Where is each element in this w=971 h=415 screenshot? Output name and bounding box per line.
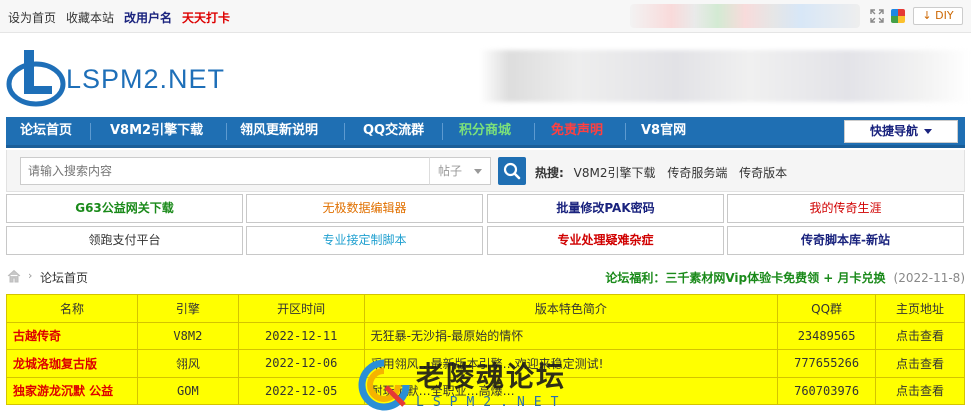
quick-link-g63-gateway[interactable]: G63公益网关下载 <box>6 194 243 223</box>
hot-search-label: 热搜: <box>535 166 564 180</box>
server-open-date: 2022-12-11 <box>237 321 365 350</box>
top-bar: 设为首页 收藏本站 改用户名 天天打卡 ↓ DIY <box>0 0 971 33</box>
search-button[interactable] <box>498 157 526 185</box>
main-nav: 论坛首页 V8M2引擎下载 翎风更新说明 QQ交流群 积分商城 免责声明 V8官… <box>6 117 965 148</box>
quick-link-pak-password[interactable]: 批量修改PAK密码 <box>487 194 724 223</box>
server-engine: GOM <box>136 376 239 405</box>
nav-separator <box>534 123 535 140</box>
watermark-title: 老陵魂论坛 <box>416 360 567 393</box>
quick-nav-label: 快捷导航 <box>869 124 918 138</box>
nav-item-points-mall[interactable]: 积分商城 <box>457 117 513 145</box>
hot-searches: 热搜: V8M2引擎下载 传奇服务端 传奇版本 <box>535 164 795 181</box>
server-qq-group: 760703976 <box>777 376 877 405</box>
nav-item-v8-official[interactable]: V8官网 <box>639 117 688 145</box>
diy-button[interactable]: ↓ DIY <box>913 7 963 25</box>
promo-notice: 论坛福利：三千素材网Vip体验卡免费领 + 月卡兑换 (2022-11-8) <box>605 269 965 286</box>
server-qq-group: 23489565 <box>777 321 877 350</box>
table-header-row: 名称 引擎 开区时间 版本特色简介 QQ群 主页地址 <box>6 294 965 323</box>
server-homepage-link[interactable]: 点击查看 <box>875 349 965 378</box>
promo-date: (2022-11-8) <box>893 271 965 285</box>
nav-separator <box>442 123 443 140</box>
hot-search-link[interactable]: V8M2引擎下载 <box>574 166 656 180</box>
nav-item-forum-home[interactable]: 论坛首页 <box>18 117 74 145</box>
watermark-logo-icon <box>358 359 410 411</box>
search-input[interactable] <box>20 157 436 185</box>
server-homepage-link[interactable]: 点击查看 <box>875 376 965 405</box>
logo-text: LSPM2.NET <box>66 64 226 94</box>
search-bar: 帖子 热搜: V8M2引擎下载 传奇服务端 传奇版本 <box>6 150 965 192</box>
rename-user-link[interactable]: 改用户名 <box>124 9 172 26</box>
quick-link-grid: G63公益网关下载 无极数据编辑器 批量修改PAK密码 我的传奇生涯 领跑支付平… <box>6 194 965 256</box>
search-icon <box>503 162 521 180</box>
server-name[interactable]: 龙城洛珈复古版 <box>6 349 138 378</box>
quick-link-payment[interactable]: 领跑支付平台 <box>6 226 243 255</box>
logo-emblem-icon <box>6 50 66 107</box>
server-engine: 翎风 <box>136 349 239 378</box>
chevron-down-icon <box>474 169 482 174</box>
server-open-date: 2022-12-05 <box>237 376 365 405</box>
header-banner-blurred <box>480 50 970 102</box>
hot-search-link[interactable]: 传奇服务端 <box>667 166 727 180</box>
nav-separator <box>90 123 91 140</box>
column-header: 主页地址 <box>875 294 965 323</box>
server-engine: V8M2 <box>136 321 239 350</box>
server-name[interactable]: 古越传奇 <box>6 321 138 350</box>
chevron-down-icon <box>924 129 932 134</box>
nav-separator <box>226 123 227 140</box>
column-header: 引擎 <box>136 294 239 323</box>
quick-link-troubleshoot[interactable]: 专业处理疑难杂症 <box>487 226 724 255</box>
column-header: 名称 <box>6 294 138 323</box>
chevron-right-icon: › <box>28 269 33 282</box>
nav-item-v8m2-download[interactable]: V8M2引擎下载 <box>108 117 205 145</box>
server-open-date: 2022-12-06 <box>237 349 365 378</box>
diy-label: DIY <box>935 9 954 22</box>
home-icon[interactable] <box>6 268 22 284</box>
server-homepage-link[interactable]: 点击查看 <box>875 321 965 350</box>
color-theme-icon[interactable] <box>891 9 905 23</box>
quick-link-my-career[interactable]: 我的传奇生涯 <box>727 194 964 223</box>
fullscreen-icon[interactable] <box>870 9 884 23</box>
promo-link[interactable]: 论坛福利：三千素材网Vip体验卡免费领 + 月卡兑换 <box>605 271 885 285</box>
quick-link-script-library[interactable]: 传奇脚本库-新站 <box>727 226 964 255</box>
column-header: 开区时间 <box>237 294 365 323</box>
column-header: 版本特色简介 <box>363 294 779 323</box>
blurred-user-area <box>630 4 860 28</box>
quick-link-custom-script[interactable]: 专业接定制脚本 <box>246 226 483 255</box>
set-homepage-link[interactable]: 设为首页 <box>8 9 56 26</box>
daily-checkin-link[interactable]: 天天打卡 <box>182 9 230 26</box>
watermark-subtitle: LSPM2.NET <box>416 395 568 410</box>
table-row: 古越传奇 V8M2 2022-12-11 无狂暴-无沙捐-最原始的情怀 2348… <box>6 321 965 350</box>
top-links: 设为首页 收藏本站 改用户名 天天打卡 <box>8 9 230 26</box>
hot-search-link[interactable]: 传奇版本 <box>739 166 787 180</box>
column-header: QQ群 <box>777 294 877 323</box>
server-description: 无狂暴-无沙捐-最原始的情怀 <box>363 321 779 350</box>
server-name[interactable]: 独家游龙沉默 公益 <box>6 376 138 405</box>
search-type-value: 帖子 <box>438 164 463 178</box>
search-type-select[interactable]: 帖子 <box>429 157 491 185</box>
nav-item-lingfeng-notes[interactable]: 翎风更新说明 <box>238 117 320 145</box>
nav-separator <box>344 123 345 140</box>
quick-link-data-editor[interactable]: 无极数据编辑器 <box>246 194 483 223</box>
breadcrumb: › 论坛首页 论坛福利：三千素材网Vip体验卡免费领 + 月卡兑换 (2022-1… <box>6 266 965 288</box>
quick-nav-dropdown[interactable]: 快捷导航 <box>844 120 958 143</box>
nav-separator <box>625 123 626 140</box>
site-watermark: 老陵魂论坛 LSPM2.NET <box>356 355 616 415</box>
nav-item-qq-group[interactable]: QQ交流群 <box>361 117 426 145</box>
nav-item-disclaimer[interactable]: 免责声明 <box>549 117 605 145</box>
breadcrumb-current[interactable]: 论坛首页 <box>40 269 88 286</box>
diy-arrow-icon: ↓ <box>922 9 932 22</box>
server-qq-group: 777655266 <box>777 349 877 378</box>
bookmark-link[interactable]: 收藏本站 <box>66 9 114 26</box>
